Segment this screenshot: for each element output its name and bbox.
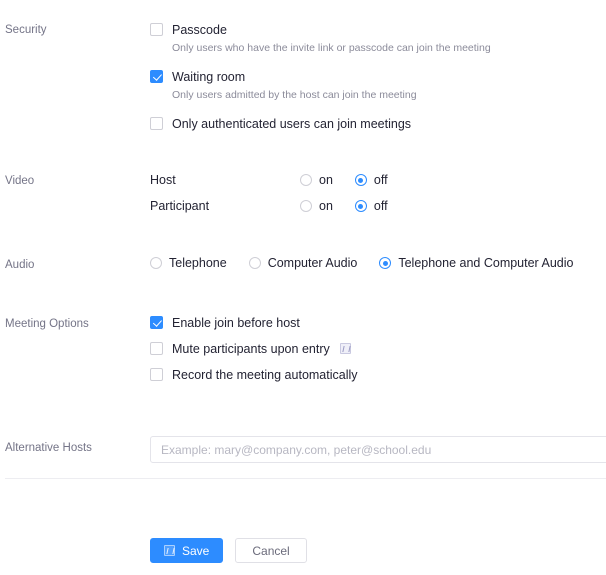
video-row-host: Host on off (150, 171, 388, 189)
radio-label-audio-telephone: Telephone (169, 256, 227, 270)
radio-label-audio-computer-audio: Computer Audio (267, 256, 358, 270)
radio-input-participant-off[interactable] (354, 200, 367, 212)
broken-image-icon-save (164, 545, 175, 556)
section-label-meeting-options: Meeting Options (5, 318, 89, 330)
checkbox-label-passcode: Passcode (172, 22, 227, 37)
section-label-audio: Audio (5, 259, 35, 271)
hint-waiting-room: Only users admitted by the host can join… (172, 89, 417, 101)
radio-input-host-off[interactable] (354, 174, 367, 186)
radio-host-on[interactable]: on (300, 173, 333, 187)
checkbox-enable-join-before-host[interactable] (150, 316, 163, 329)
checkbox-waiting-room[interactable] (150, 70, 163, 83)
radio-input-audio-computer-audio[interactable] (248, 257, 261, 269)
radio-audio-computer-audio[interactable]: Computer Audio (248, 256, 358, 270)
radio-input-host-on[interactable] (300, 174, 312, 186)
checkbox-label-enable-join-before-host: Enable join before host (172, 315, 300, 330)
checkbox-passcode[interactable] (150, 23, 163, 36)
meeting-settings-form: Security Passcode Only users who have th… (0, 0, 606, 575)
video-row-label-participant: Participant (150, 199, 210, 213)
radio-label-participant-on: on (319, 199, 333, 213)
radio-label-audio-telephone-and-computer-audio: Telephone and Computer Audio (398, 256, 574, 270)
form-action-bar: Save Cancel (150, 538, 307, 563)
save-button[interactable]: Save (150, 538, 224, 563)
checkbox-row-passcode[interactable]: Passcode (150, 21, 491, 38)
checkbox-mute-participants-upon-entry[interactable] (150, 342, 163, 355)
checkbox-label-waiting-room: Waiting room (172, 69, 246, 84)
radio-audio-telephone-and-computer-audio[interactable]: Telephone and Computer Audio (379, 256, 573, 270)
radio-participant-off[interactable]: off (354, 199, 388, 213)
checkbox-row-waiting-room[interactable]: Waiting room (150, 68, 491, 85)
section-label-security: Security (5, 24, 47, 36)
checkbox-row-only-authenticated-users[interactable]: Only authenticated users can join meetin… (150, 115, 491, 132)
alternative-hosts-input[interactable] (150, 436, 606, 463)
video-options-group: Host on off Participant on off (150, 171, 388, 215)
radio-input-participant-on[interactable] (300, 200, 312, 212)
audio-options-group: Telephone Computer Audio Telephone and C… (150, 256, 573, 270)
checkbox-label-only-authenticated-users: Only authenticated users can join meetin… (172, 116, 412, 131)
checkbox-only-authenticated-users[interactable] (150, 117, 163, 130)
radio-input-audio-telephone[interactable] (150, 257, 162, 269)
radio-participant-on[interactable]: on (300, 199, 333, 213)
video-row-label-host: Host (150, 173, 176, 187)
video-row-participant: Participant on off (150, 197, 388, 215)
security-options-group: Passcode Only users who have the invite … (150, 21, 491, 132)
section-divider (5, 478, 606, 479)
radio-label-host-off: off (373, 173, 388, 187)
broken-image-icon (339, 343, 351, 354)
save-button-label: Save (182, 543, 210, 558)
hint-passcode: Only users who have the invite link or p… (172, 42, 491, 54)
checkbox-row-mute-participants-upon-entry[interactable]: Mute participants upon entry (150, 340, 358, 357)
radio-label-participant-off: off (373, 199, 388, 213)
radio-label-host-on: on (319, 173, 333, 187)
checkbox-record-the-meeting-automatically[interactable] (150, 368, 163, 381)
radio-audio-telephone[interactable]: Telephone (150, 256, 227, 270)
checkbox-row-record-the-meeting-automatically[interactable]: Record the meeting automatically (150, 366, 358, 383)
checkbox-label-mute-participants-upon-entry: Mute participants upon entry (172, 341, 330, 356)
checkbox-label-record-the-meeting-automatically: Record the meeting automatically (172, 367, 358, 382)
radio-input-audio-telephone-and-computer-audio[interactable] (379, 257, 392, 269)
radio-host-off[interactable]: off (354, 173, 388, 187)
section-label-video: Video (5, 175, 35, 187)
checkbox-row-enable-join-before-host[interactable]: Enable join before host (150, 314, 358, 331)
meeting-options-group: Enable join before host Mute participant… (150, 314, 358, 383)
cancel-button-label: Cancel (252, 543, 290, 558)
cancel-button[interactable]: Cancel (235, 538, 307, 563)
section-label-alternative-hosts: Alternative Hosts (5, 442, 92, 454)
